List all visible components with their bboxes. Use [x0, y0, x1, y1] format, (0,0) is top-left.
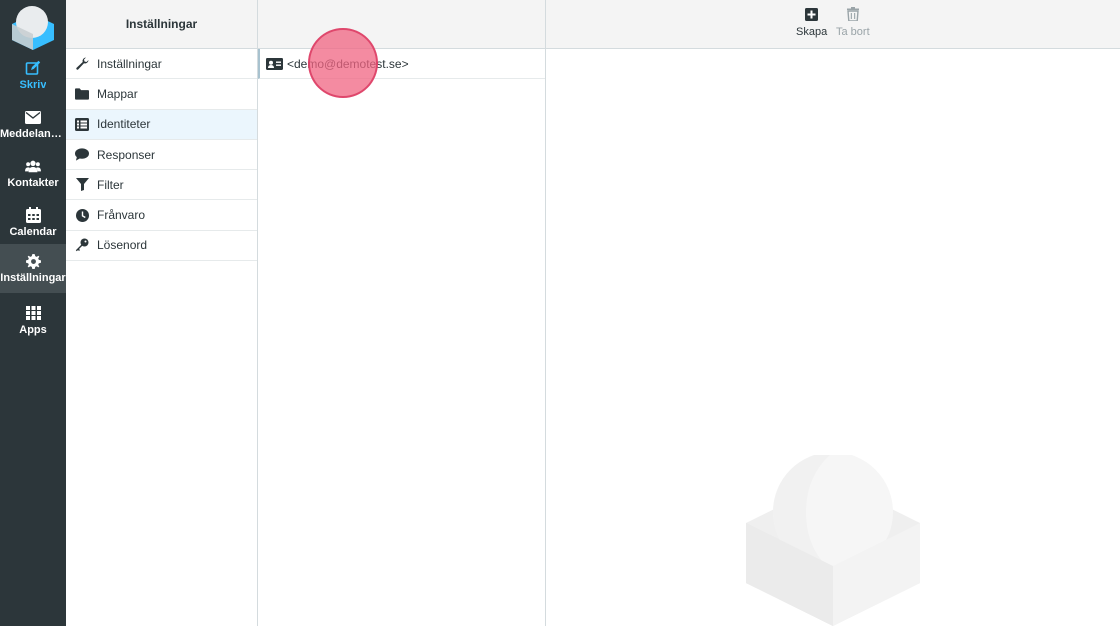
- identities-header: [258, 0, 545, 49]
- settings-item-responses[interactable]: Responser: [66, 140, 257, 171]
- settings-item-label: Filter: [97, 177, 124, 192]
- content-panel: Skapa Ta bort: [546, 0, 1120, 626]
- settings-item-label: Frånvaro: [97, 208, 146, 223]
- nav-mail[interactable]: Meddeland…: [0, 100, 66, 149]
- gear-icon: [25, 253, 41, 269]
- nav-settings[interactable]: Inställningar: [0, 244, 66, 293]
- settings-item-filter[interactable]: Filter: [66, 170, 257, 201]
- settings-title: Inställningar: [66, 0, 257, 49]
- settings-item-vacation[interactable]: Frånvaro: [66, 200, 257, 231]
- settings-item-folders[interactable]: Mappar: [66, 79, 257, 110]
- create-button[interactable]: Skapa: [796, 7, 827, 38]
- settings-item-label: Identiteter: [97, 117, 151, 132]
- nav-calendar-label: Calendar: [9, 226, 57, 238]
- delete-label: Ta bort: [836, 26, 870, 38]
- identities-panel: <demo@demotest.se>: [258, 0, 546, 626]
- speech-bubble-icon: [75, 148, 89, 162]
- settings-item-identities[interactable]: Identiteter: [66, 109, 257, 140]
- envelope-icon: [25, 109, 41, 125]
- delete-button[interactable]: Ta bort: [836, 7, 870, 38]
- settings-item-label: Lösenord: [97, 238, 148, 253]
- key-icon: [75, 238, 89, 252]
- identity-row[interactable]: <demo@demotest.se>: [258, 49, 545, 79]
- identity-email: <demo@demotest.se>: [287, 56, 409, 71]
- settings-item-preferences[interactable]: Inställningar: [66, 49, 257, 80]
- settings-item-password[interactable]: Lösenord: [66, 231, 257, 262]
- trash-icon: [846, 7, 860, 21]
- toolbar: Skapa Ta bort: [546, 0, 1120, 49]
- id-list-icon: [75, 117, 89, 131]
- nav-compose[interactable]: Skriv: [0, 51, 66, 100]
- nav-settings-label: Inställningar: [0, 272, 66, 284]
- filter-icon: [75, 178, 89, 192]
- folder-icon: [75, 87, 89, 101]
- nav-apps-label: Apps: [19, 324, 47, 336]
- calendar-icon: [25, 207, 41, 223]
- app-logo[interactable]: [10, 4, 56, 50]
- watermark-logo: [746, 452, 921, 626]
- settings-list: Inställningar Mappar Identiteter Respons…: [66, 49, 257, 262]
- settings-panel: Inställningar Inställningar Mappar Ident…: [66, 0, 258, 626]
- plus-square-icon: [805, 7, 819, 21]
- nav-contacts[interactable]: Kontakter: [0, 149, 66, 198]
- users-icon: [25, 158, 41, 174]
- settings-item-label: Responser: [97, 147, 156, 162]
- nav-calendar[interactable]: Calendar: [0, 198, 66, 247]
- wrench-icon: [75, 57, 89, 71]
- create-label: Skapa: [796, 26, 828, 38]
- nav-apps[interactable]: Apps: [0, 296, 66, 345]
- settings-item-label: Inställningar: [97, 56, 162, 71]
- id-card-icon: [266, 57, 284, 71]
- nav-compose-label: Skriv: [19, 79, 47, 91]
- nav-mail-label: Meddeland…: [0, 128, 66, 140]
- compose-icon: [25, 60, 41, 76]
- main-nav: Skriv Meddeland… Kontakter Calendar Inst…: [0, 0, 66, 626]
- grid-icon: [25, 305, 41, 321]
- settings-item-label: Mappar: [97, 86, 138, 101]
- clock-icon: [75, 208, 89, 222]
- nav-contacts-label: Kontakter: [7, 177, 59, 189]
